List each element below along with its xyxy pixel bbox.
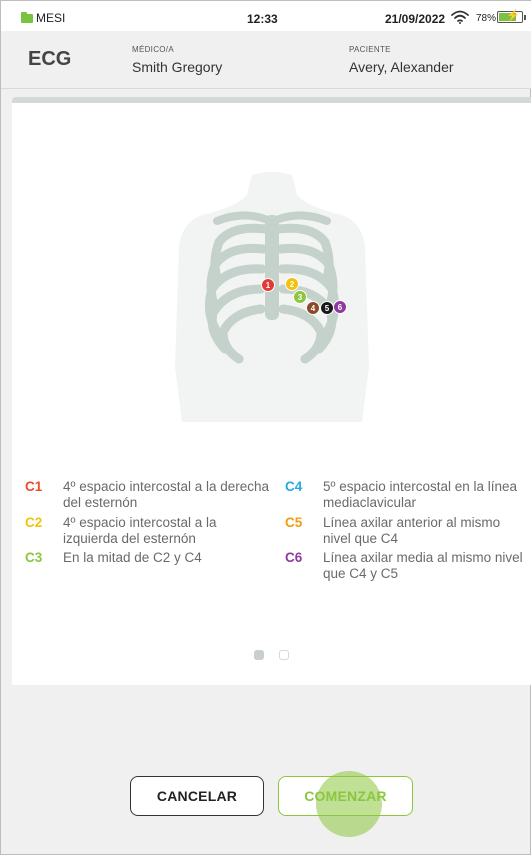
status-app: MESI [21,11,65,25]
page-indicator [254,650,289,660]
folder-icon [21,11,33,23]
legend-code: C6 [285,550,303,565]
status-time: 12:33 [247,12,278,26]
legend-code: C4 [285,479,303,494]
svg-text:6: 6 [338,303,343,312]
legend-text: En la mitad de C2 y C4 [63,550,202,565]
cancel-button[interactable]: CANCELAR [130,776,264,816]
bolt-icon: ⚡ [506,10,520,22]
legend-item-c6: C6 Línea axilar media al mismo nivel que … [285,550,525,582]
start-button[interactable]: COMENZAR [278,776,413,816]
legend-code: C1 [25,479,43,494]
legend-text: 4º espacio intercostal a la izquierda de… [63,515,217,546]
electrode-c6: 6 [333,300,347,314]
legend-item-c3: C3 En la mitad de C2 y C4 [25,550,270,566]
wifi-icon [451,10,469,24]
status-date: 21/09/2022 [385,12,446,26]
svg-text:1: 1 [266,281,271,290]
electrode-c1: 1 [261,278,275,292]
patient-name: Avery, Alexander [349,59,454,75]
app-frame: MESI 12:33 21/09/2022 78% ⚡ ECG MÉDICO/A… [0,0,531,855]
electrode-c5: 5 [320,301,334,315]
svg-text:3: 3 [298,293,303,302]
legend-code: C2 [25,515,43,530]
legend-code: C5 [285,515,303,530]
legend-item-c5: C5 Línea axilar anterior al mismo nivel q… [285,515,525,547]
doctor-name: Smith Gregory [132,59,223,75]
battery-charging-icon: ⚡ [497,10,526,23]
legend-text: 5º espacio intercostal en la línea media… [323,479,518,510]
page-dot-active[interactable] [254,650,264,660]
legend-item-c2: C2 4º espacio intercostal a la izquierda … [25,515,270,547]
legend-item-c1: C1 4º espacio intercostal a la derecha de… [25,479,270,511]
doctor-label: MÉDICO/A [132,45,174,54]
app-name: MESI [36,11,66,25]
chest-electrode-illustration: 1 234 5 6 [175,172,369,422]
battery-percent: 78% [476,13,497,24]
cancel-button-label: CANCELAR [156,788,238,804]
legend-text: Línea axilar anterior al mismo nivel que… [323,515,501,546]
page-title: ECG [28,48,72,70]
legend-text: Línea axilar media al mismo nivel que C4… [323,550,523,581]
legend-text: 4º espacio intercostal a la derecha del … [63,479,270,510]
instruction-card[interactable]: 1 23456 C1 4º espacio intercostal a la der… [12,97,531,685]
legend-code: C3 [25,550,43,565]
svg-text:2: 2 [290,280,295,289]
svg-text:4: 4 [311,304,316,313]
patient-label: PACIENTE [349,45,391,54]
electrode-c3: 3 [293,290,307,304]
svg-text:5: 5 [325,304,330,313]
start-button-label: COMENZAR [304,788,387,804]
page-dot[interactable] [279,650,289,660]
header: ECG MÉDICO/A Smith Gregory PACIENTE Aver… [1,31,531,89]
electrode-c4: 4 [306,301,320,315]
electrode-c2: 2 [285,277,299,291]
legend-item-c4: C4 5º espacio intercostal en la línea med… [285,479,525,511]
status-bar: MESI 12:33 21/09/2022 78% ⚡ [1,1,531,31]
